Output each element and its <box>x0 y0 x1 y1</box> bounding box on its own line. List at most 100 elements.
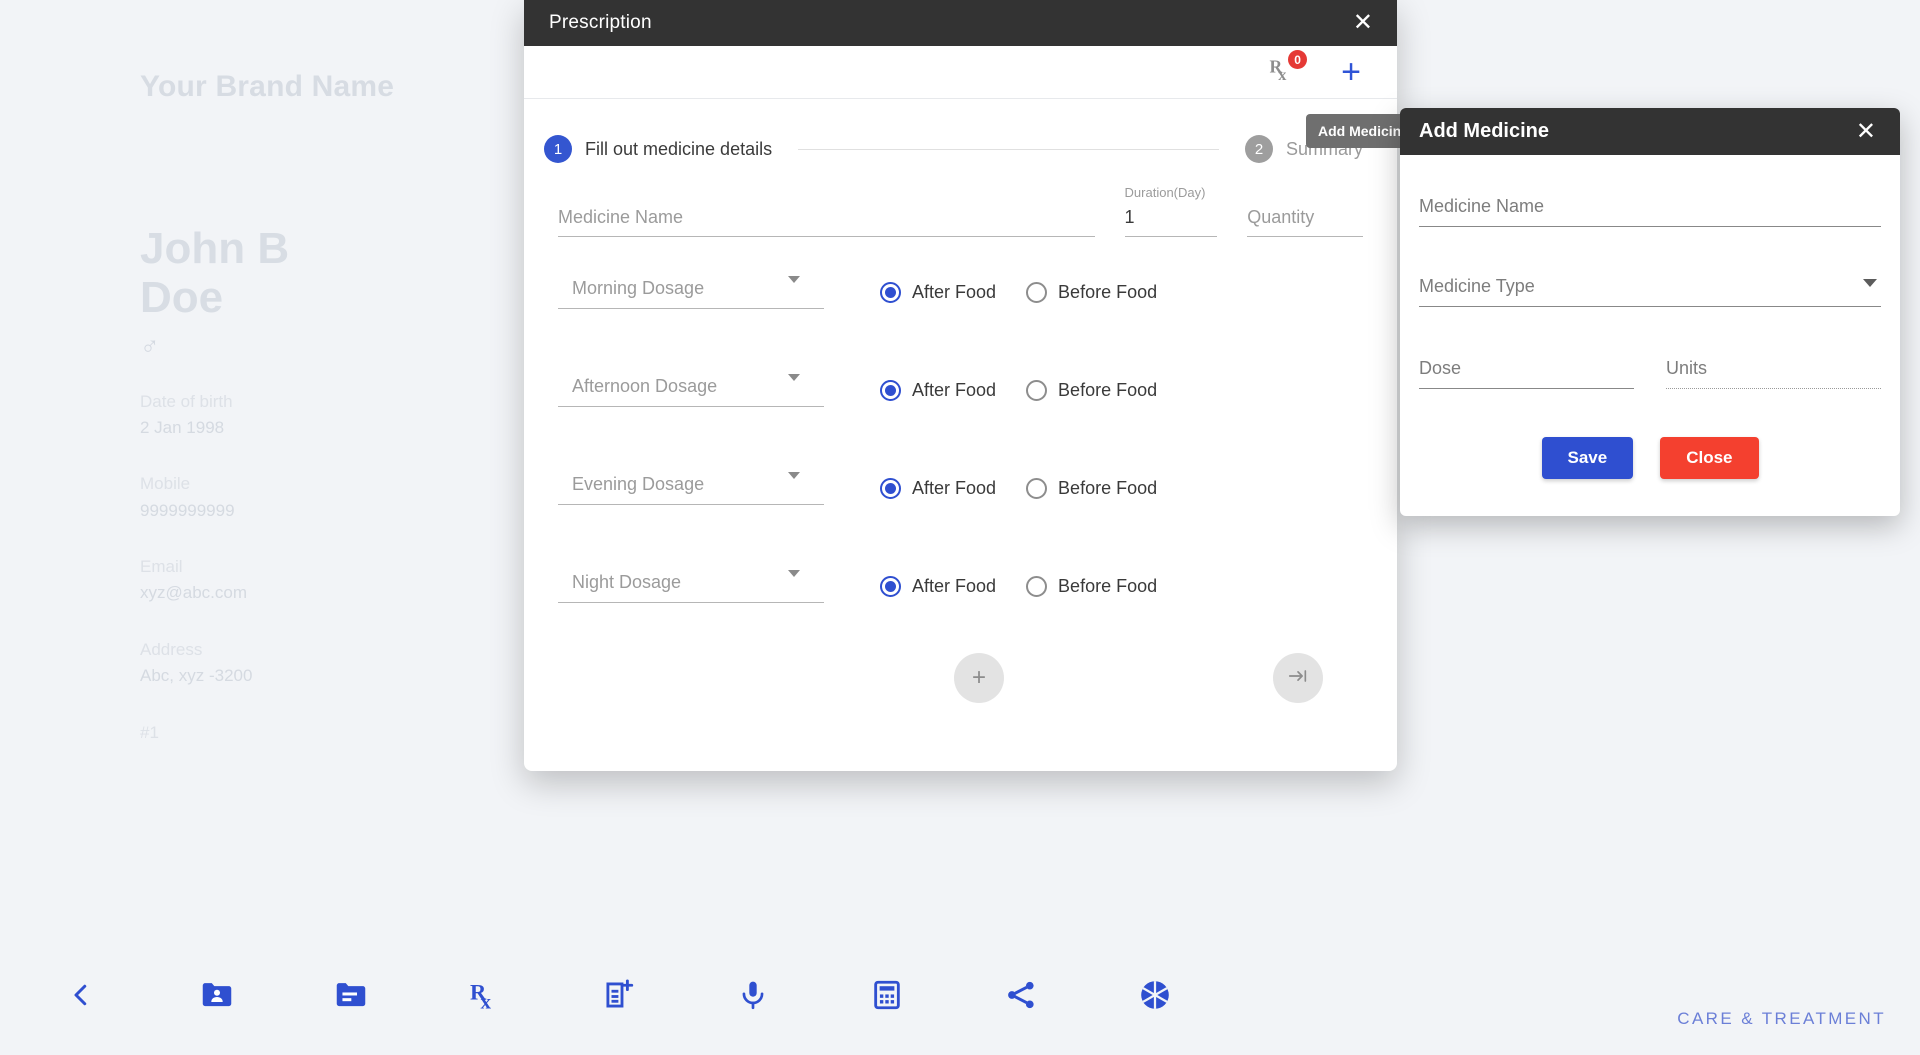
add-medicine-close-icon[interactable]: ✕ <box>1850 116 1882 148</box>
add-medicine-type-placeholder: Medicine Type <box>1419 276 1535 296</box>
dose-input[interactable]: Dose <box>1419 355 1634 389</box>
note-add-icon <box>601 977 637 1013</box>
chevron-down-icon <box>788 570 800 577</box>
add-medicine-plus-button[interactable]: + <box>1341 55 1361 89</box>
voice-note-button[interactable] <box>716 958 790 1032</box>
mobile-value: 9999999999 <box>140 500 235 520</box>
top-field-row: Medicine Name Duration(Day) 1 Quantity <box>558 185 1363 243</box>
male-symbol-icon: ♂ <box>140 330 160 361</box>
morning-dosage-select[interactable]: Morning Dosage <box>558 275 824 309</box>
notes-folder-button[interactable] <box>314 958 388 1032</box>
afternoon-food-radio-group: After Food Before Food <box>880 379 1157 401</box>
add-medicine-body: Medicine Name Medicine Type Dose Units S… <box>1400 155 1900 516</box>
radio-unchecked-icon <box>1026 477 1048 499</box>
radio-checked-icon <box>880 379 901 401</box>
quantity-input[interactable]: Quantity <box>1247 204 1363 237</box>
morning-before-food-label: Before Food <box>1058 281 1158 302</box>
email-value: xyz@abc.com <box>140 583 248 603</box>
svg-text:x: x <box>1278 66 1287 84</box>
radio-checked-icon <box>880 477 901 499</box>
duration-label: Duration(Day) <box>1124 185 1206 200</box>
mobile-label: Mobile <box>140 474 191 494</box>
prescription-dialog: Prescription ✕ Rx 0 + 1 Fill out medicin… <box>524 0 1397 771</box>
medicine-form: Medicine Name Duration(Day) 1 Quantity M… <box>524 173 1397 771</box>
next-step-button[interactable] <box>1273 653 1323 703</box>
aperture-icon <box>1137 977 1173 1013</box>
calculator-button[interactable] <box>850 958 924 1032</box>
patient-records-button[interactable] <box>180 958 254 1032</box>
email-field: Email xyz@abc.com <box>140 554 520 607</box>
add-dosage-row-button[interactable]: + <box>954 653 1004 703</box>
save-button[interactable]: Save <box>1541 437 1634 479</box>
add-medicine-dialog: Add Medicine ✕ Medicine Name Medicine Ty… <box>1400 108 1900 516</box>
step-1-number: 1 <box>544 135 572 163</box>
add-medicine-titlebar: Add Medicine ✕ <box>1400 108 1900 155</box>
address-value: Abc, xyz -3200 <box>140 665 253 685</box>
prescription-close-button[interactable]: ✕ <box>1347 7 1379 39</box>
evening-after-food-radio[interactable]: After Food <box>880 477 996 499</box>
mobile-field: Mobile 9999999999 <box>140 471 520 524</box>
rx-icon: Rx <box>467 977 503 1014</box>
step-2-number: 2 <box>1244 135 1273 163</box>
duration-input[interactable]: Duration(Day) 1 <box>1124 185 1218 237</box>
folder-notes-icon <box>332 976 370 1014</box>
prescription-titlebar: Prescription ✕ <box>524 0 1397 46</box>
footer-tagline: CARE & TREATMENT <box>1677 1009 1886 1028</box>
radio-unchecked-icon <box>1026 281 1048 303</box>
add-medicine-name-input[interactable]: Medicine Name <box>1419 193 1881 227</box>
units-input[interactable]: Units <box>1666 355 1881 389</box>
night-food-radio-group: After Food Before Food <box>880 575 1157 597</box>
dosage-row-afternoon: Afternoon Dosage After Food Before Food <box>558 341 1363 439</box>
radio-checked-icon <box>880 575 901 597</box>
afternoon-before-food-radio[interactable]: Before Food <box>1026 379 1157 401</box>
quantity-placeholder: Quantity <box>1247 207 1315 227</box>
dose-placeholder: Dose <box>1419 358 1462 378</box>
morning-after-food-radio[interactable]: After Food <box>880 281 997 303</box>
close-button[interactable]: Close <box>1660 437 1759 479</box>
duration-value: 1 <box>1124 207 1135 227</box>
morning-after-food-label: After Food <box>912 281 997 302</box>
prescription-button[interactable]: Rx <box>448 958 522 1032</box>
evening-food-radio-group: After Food Before Food <box>880 477 1157 499</box>
dosage-row-evening: Evening Dosage After Food Before Food <box>558 439 1363 537</box>
rx-count-button[interactable]: Rx 0 <box>1265 50 1308 89</box>
step-fill-out-medicine-details[interactable]: 1 Fill out medicine details <box>544 135 772 163</box>
radio-unchecked-icon <box>1026 379 1048 401</box>
night-after-food-radio[interactable]: After Food <box>880 575 996 597</box>
back-button[interactable] <box>44 958 118 1032</box>
dob-value: 2 Jan 1998 <box>140 417 225 437</box>
back-chevron-icon <box>66 980 96 1010</box>
address-field: Address Abc, xyz -3200 <box>140 637 520 690</box>
rx-badge-count: 0 <box>1288 50 1308 69</box>
afternoon-dosage-select[interactable]: Afternoon Dosage <box>558 373 824 407</box>
add-note-button[interactable] <box>582 958 656 1032</box>
evening-dosage-select[interactable]: Evening Dosage <box>558 471 824 505</box>
share-icon <box>1004 978 1038 1012</box>
night-dosage-select[interactable]: Night Dosage <box>558 569 824 603</box>
camera-button[interactable] <box>1118 958 1192 1032</box>
evening-dosage-placeholder: Evening Dosage <box>572 474 705 494</box>
stepper: 1 Fill out medicine details 2 Summary <box>524 99 1397 173</box>
medicine-name-input[interactable]: Medicine Name <box>558 204 1095 237</box>
morning-before-food-radio[interactable]: Before Food <box>1026 281 1158 303</box>
email-label: Email <box>140 556 183 576</box>
evening-before-food-radio[interactable]: Before Food <box>1026 477 1157 499</box>
chevron-down-icon <box>788 374 800 381</box>
add-medicine-name-placeholder: Medicine Name <box>1419 196 1545 216</box>
patient-index: #1 <box>140 723 159 743</box>
patient-info-panel: Your Brand Name John B Doe ♂ Date of bir… <box>0 0 520 1055</box>
afternoon-after-food-radio[interactable]: After Food <box>880 379 996 401</box>
calculator-icon <box>870 978 904 1012</box>
form-nav-row: + <box>558 635 1363 739</box>
prescription-action-bar: Rx 0 + <box>524 46 1397 99</box>
microphone-icon <box>736 978 770 1012</box>
app-root: Your Brand Name John B Doe ♂ Date of bir… <box>0 0 1920 1055</box>
add-medicine-type-select[interactable]: Medicine Type <box>1419 273 1881 307</box>
share-button[interactable] <box>984 958 1058 1032</box>
arrow-to-end-icon <box>1287 665 1309 692</box>
chevron-down-icon <box>788 276 800 283</box>
dosage-row-morning: Morning Dosage After Food Before Food <box>558 243 1363 341</box>
night-before-food-radio[interactable]: Before Food <box>1026 575 1157 597</box>
brand-name: Your Brand Name <box>140 70 395 103</box>
bottom-toolbar: Rx CARE & TREATMENT <box>0 935 1920 1055</box>
